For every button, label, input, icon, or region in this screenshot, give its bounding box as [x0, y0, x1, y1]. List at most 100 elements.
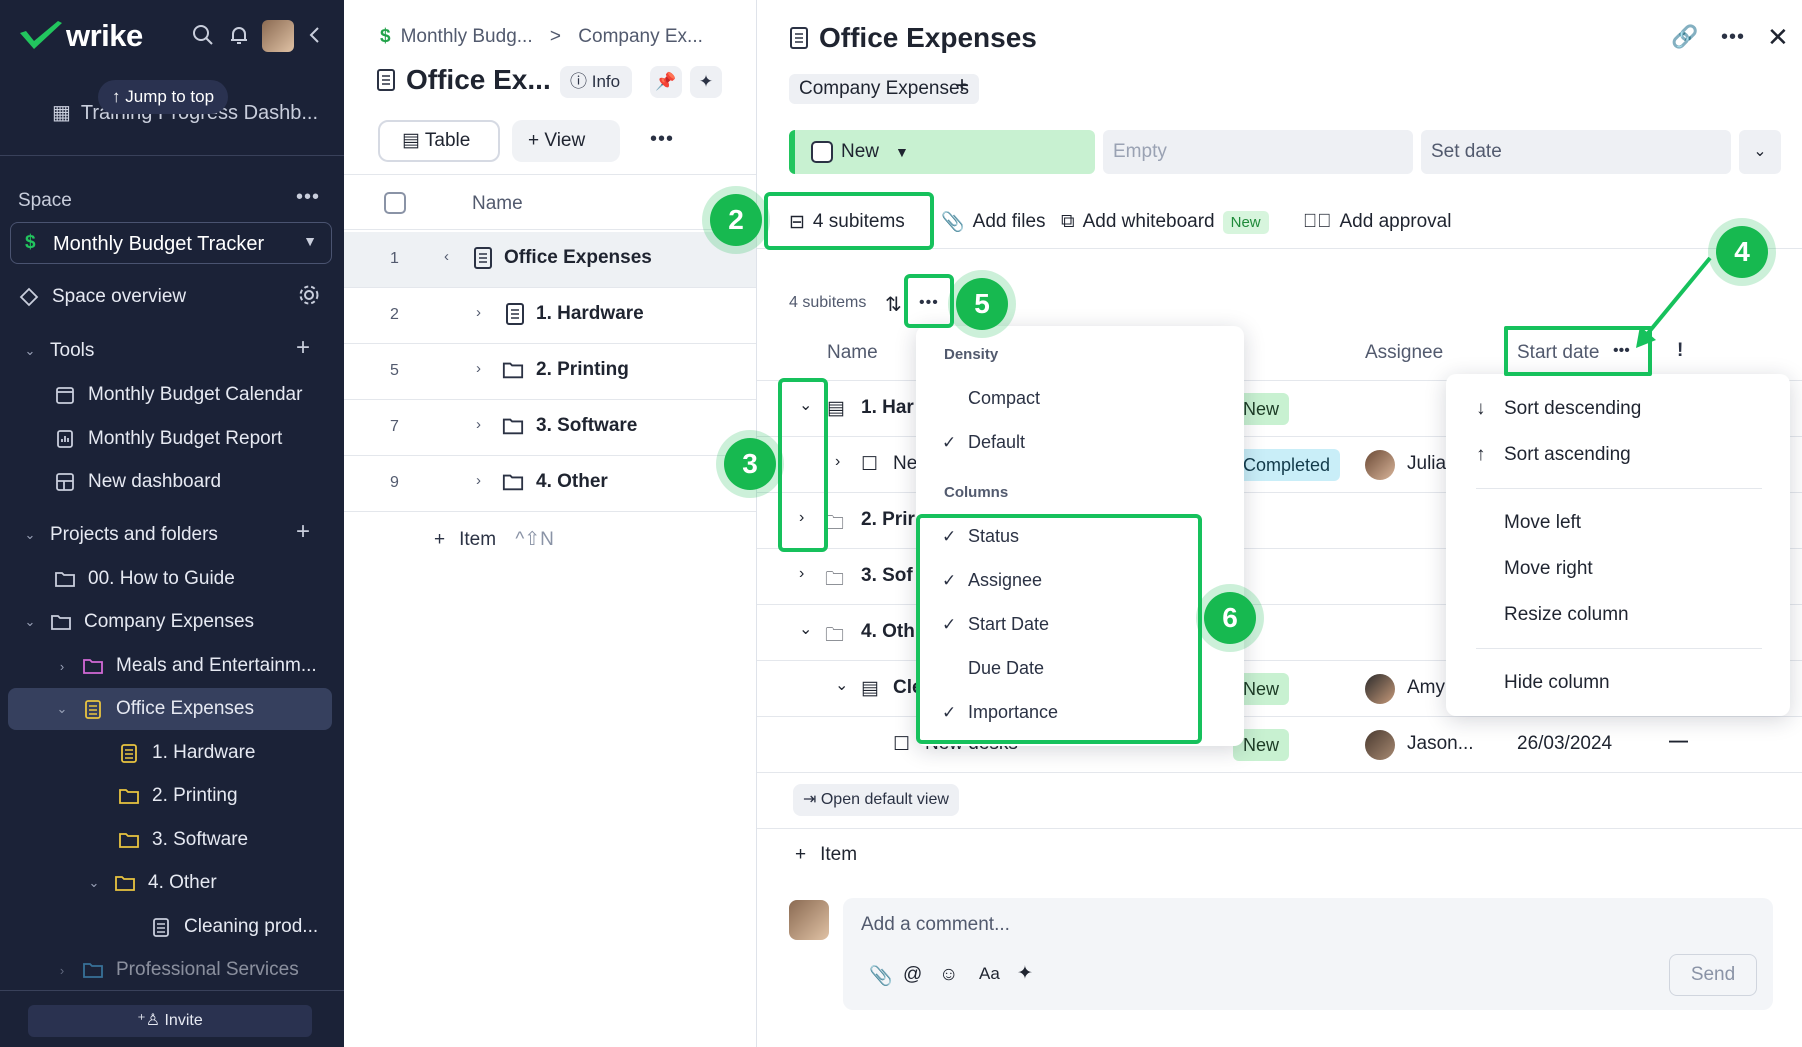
sidebar-item-meals[interactable]: › Meals and Entertainm...	[54, 647, 317, 685]
status-badge[interactable]: Completed	[1233, 449, 1341, 481]
sidebar-item-cleaning[interactable]: Cleaning prod...	[150, 908, 318, 946]
detail-title-text[interactable]: Office Expenses	[819, 22, 1037, 54]
space-more-icon[interactable]: •••	[296, 186, 320, 209]
more-options-icon[interactable]: •••	[650, 128, 674, 151]
row-name[interactable]: 2. Printing	[536, 359, 629, 381]
breadcrumb-item[interactable]: Company Ex...	[578, 26, 703, 47]
table-row[interactable]: 1 ‹ Office Expenses	[344, 232, 756, 288]
add-item-button[interactable]: + Item ^⇧N	[434, 528, 554, 551]
resize-column-option[interactable]: Resize column	[1504, 604, 1629, 626]
emoji-icon[interactable]: ☺	[939, 964, 958, 986]
table-row[interactable]: 7 › 3. Software	[344, 400, 756, 456]
more-options-icon[interactable]: •••	[1721, 26, 1745, 49]
sidebar-item-professional[interactable]: › Professional Services	[54, 951, 299, 989]
sort-descending-option[interactable]: ↓ Sort descending	[1476, 398, 1641, 420]
row-name[interactable]: Office Expenses	[504, 247, 652, 269]
chevron-right-icon[interactable]: ›	[476, 304, 481, 321]
status-checkbox[interactable]	[811, 141, 833, 163]
paperclip-icon[interactable]: 📎	[869, 964, 893, 988]
row-name[interactable]: 3. Software	[536, 415, 637, 437]
info-button[interactable]: ⓘ Info	[560, 66, 632, 98]
add-files-button[interactable]: 📎 Add files	[941, 202, 1046, 242]
invite-button[interactable]: ⁺♙ Invite	[28, 1005, 312, 1037]
chevron-down-icon[interactable]: ⌄	[835, 675, 848, 695]
assignee-field[interactable]: Empty	[1103, 130, 1413, 174]
add-project-icon[interactable]: +	[296, 518, 310, 546]
open-default-view-button[interactable]: ⇥ Open default view	[793, 784, 959, 816]
assignee-column-header[interactable]: Assignee	[1365, 342, 1443, 364]
table-row[interactable]: ☐ New desks New Jason... 26/03/2024 —	[757, 717, 1802, 773]
format-text-icon[interactable]: Aa	[979, 964, 1000, 984]
density-default-option[interactable]: ✓ Default	[942, 432, 1025, 453]
sidebar-item-company[interactable]: ⌄ Company Expenses	[22, 603, 255, 641]
parent-tag[interactable]: Company Expenses	[789, 74, 980, 104]
table-row[interactable]: 2 › 1. Hardware	[344, 288, 756, 344]
chevron-right-icon[interactable]: ›	[799, 565, 804, 583]
row-name[interactable]: Ne	[893, 453, 917, 475]
chevron-right-icon[interactable]: ›	[476, 472, 481, 489]
move-right-option[interactable]: Move right	[1504, 558, 1593, 580]
pin-icon[interactable]: 📌	[650, 66, 682, 98]
move-left-option[interactable]: Move left	[1504, 512, 1581, 534]
search-icon[interactable]	[190, 24, 216, 50]
row-name[interactable]: 1. Har	[861, 397, 914, 419]
sidebar-item-office[interactable]: ⌄ Office Expenses	[54, 690, 254, 728]
row-name[interactable]: 1. Hardware	[536, 303, 644, 325]
name-column-header[interactable]: Name	[472, 193, 523, 215]
wrike-logo[interactable]: wrike	[18, 18, 143, 54]
hide-column-option[interactable]: Hide column	[1504, 672, 1610, 694]
assignee-name[interactable]: Jason...	[1407, 733, 1474, 755]
sort-ascending-option[interactable]: ↑ Sort ascending	[1476, 444, 1631, 466]
add-view-button[interactable]: + View	[512, 120, 620, 162]
sidebar-item-hardware[interactable]: 1. Hardware	[118, 734, 256, 772]
row-name[interactable]: 3. Sof	[861, 565, 913, 587]
ai-sparkle-icon[interactable]: ✦	[1017, 962, 1033, 985]
send-button[interactable]: Send	[1669, 954, 1757, 996]
add-approval-button[interactable]: ✓⃝ Add approval	[1303, 202, 1451, 242]
date-field[interactable]: Set date	[1421, 130, 1731, 174]
row-name[interactable]: 2. Prir	[861, 509, 915, 531]
comment-input[interactable]: Add a comment... 📎 @ ☺ Aa ✦ Send	[843, 898, 1773, 1010]
gear-icon[interactable]	[296, 284, 322, 310]
select-all-checkbox[interactable]	[384, 192, 406, 214]
collapse-sidebar-icon[interactable]	[302, 24, 328, 50]
close-icon[interactable]: ✕	[1767, 22, 1789, 53]
chevron-down-icon[interactable]: ⌄	[799, 619, 812, 639]
sidebar-item-software[interactable]: 3. Software	[118, 821, 248, 859]
add-subitem-button[interactable]: + Item	[795, 844, 857, 866]
assignee-name[interactable]: Julia	[1407, 453, 1446, 475]
sidebar-item-report[interactable]: Monthly Budget Report	[54, 420, 282, 458]
sidebar-item-dashboard[interactable]: New dashboard	[54, 463, 221, 501]
space-selector[interactable]: $ Monthly Budget Tracker ▼	[10, 222, 332, 264]
jump-to-top-button[interactable]: ↑ Jump to top	[98, 80, 229, 114]
sidebar-item-space-overview[interactable]: Space overview	[18, 278, 186, 316]
user-avatar[interactable]	[262, 20, 294, 52]
sort-icon[interactable]: ⇅	[885, 292, 902, 317]
sidebar-item-other[interactable]: ⌄ 4. Other	[86, 864, 217, 902]
sidebar-item-calendar[interactable]: Monthly Budget Calendar	[54, 376, 302, 414]
sidebar-section-projects[interactable]: ⌄ Projects and folders	[22, 516, 218, 554]
chevron-right-icon[interactable]: ›	[835, 453, 840, 471]
row-name[interactable]: 4. Other	[536, 471, 608, 493]
sidebar-section-tools[interactable]: ⌄ Tools	[22, 332, 95, 370]
table-view-button[interactable]: ▤ Table	[378, 120, 500, 162]
chevron-left-icon[interactable]: ‹	[444, 248, 449, 265]
bell-icon[interactable]	[226, 24, 252, 50]
chevron-right-icon[interactable]: ›	[476, 360, 481, 377]
expand-fields-icon[interactable]: ⌄	[1739, 130, 1781, 174]
table-row[interactable]: 5 › 2. Printing	[344, 344, 756, 400]
density-compact-option[interactable]: Compact	[942, 388, 1040, 409]
importance-value[interactable]: —	[1669, 731, 1688, 753]
assignee-name[interactable]: Amy	[1407, 677, 1445, 699]
add-whiteboard-button[interactable]: ⧉ Add whiteboard New	[1061, 202, 1269, 242]
chevron-right-icon[interactable]: ›	[476, 416, 481, 433]
sidebar-item-printing[interactable]: 2. Printing	[118, 777, 238, 815]
start-date-value[interactable]: 26/03/2024	[1517, 733, 1612, 755]
row-name[interactable]: 4. Oth	[861, 621, 915, 643]
sidebar-item-how-to[interactable]: 00. How to Guide	[54, 560, 235, 598]
name-column-header[interactable]: Name	[827, 342, 878, 364]
link-icon[interactable]: 🔗	[1671, 24, 1698, 50]
status-field[interactable]: New ▼	[789, 130, 1095, 174]
ai-sparkle-icon[interactable]: ✦	[690, 66, 722, 98]
add-parent-icon[interactable]: +	[955, 72, 969, 100]
